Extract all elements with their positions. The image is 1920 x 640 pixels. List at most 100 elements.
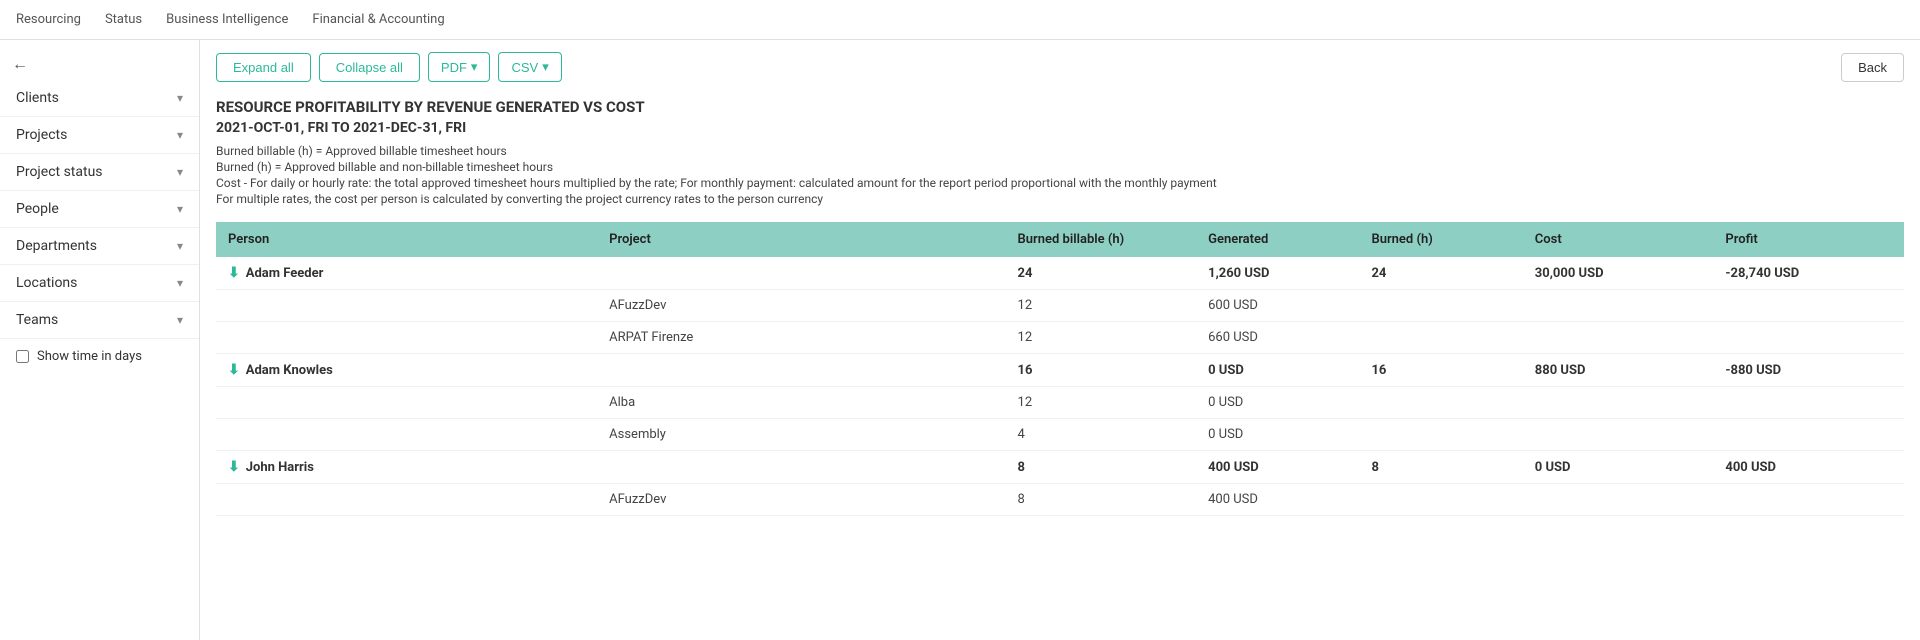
cell-project [597,451,1005,484]
sidebar-item-projects[interactable]: Projects ▾ [0,117,199,154]
show-time-in-days-label: Show time in days [37,349,142,364]
cell-burned-billable: 12 [1006,387,1197,419]
nav-business-intelligence[interactable]: Business Intelligence [166,2,288,37]
cell-project [597,257,1005,290]
table-row: Assembly 4 0 USD [216,419,1904,451]
back-button[interactable]: Back [1841,53,1904,82]
chevron-down-icon: ▾ [177,239,183,253]
csv-button[interactable]: CSV ▾ [498,52,561,82]
expand-icon[interactable]: ⬇ [228,265,240,281]
sidebar-label-clients: Clients [16,90,59,106]
cell-burned-billable: 8 [1006,484,1197,516]
sidebar-item-departments[interactable]: Departments ▾ [0,228,199,265]
report-note-4: For multiple rates, the cost per person … [216,192,1904,206]
show-time-in-days-input[interactable] [16,350,29,363]
cell-profit [1713,322,1904,354]
cell-generated: 400 USD [1196,484,1359,516]
table-row: AFuzzDev 12 600 USD [216,290,1904,322]
chevron-down-icon: ▾ [177,313,183,327]
sidebar-item-locations[interactable]: Locations ▾ [0,265,199,302]
cell-person [216,387,597,419]
col-header-project: Project [597,222,1005,257]
cell-cost [1523,290,1714,322]
cell-project: AFuzzDev [597,290,1005,322]
report-table: Person Project Burned billable (h) Gener… [216,222,1904,516]
cell-burned [1359,419,1522,451]
cell-project: AFuzzDev [597,484,1005,516]
chevron-down-icon: ▾ [177,165,183,179]
cell-profit [1713,484,1904,516]
cell-burned [1359,484,1522,516]
cell-burned [1359,322,1522,354]
cell-generated: 0 USD [1196,419,1359,451]
cell-burned-billable: 16 [1006,354,1197,387]
table-row: ⬇Adam Feeder 24 1,260 USD 24 30,000 USD … [216,257,1904,290]
col-header-burned-billable: Burned billable (h) [1006,222,1197,257]
sidebar-label-people: People [16,201,59,217]
cell-person [216,419,597,451]
cell-cost [1523,419,1714,451]
cell-profit [1713,290,1904,322]
table-row: AFuzzDev 8 400 USD [216,484,1904,516]
expand-icon[interactable]: ⬇ [228,459,240,475]
col-header-generated: Generated [1196,222,1359,257]
back-arrow[interactable]: ← [0,48,199,80]
cell-person [216,290,597,322]
cell-burned-billable: 24 [1006,257,1197,290]
cell-profit: 400 USD [1713,451,1904,484]
cell-profit [1713,387,1904,419]
csv-label: CSV [511,60,538,75]
sidebar: ← Clients ▾ Projects ▾ Project status ▾ … [0,40,200,640]
table-header-row: Person Project Burned billable (h) Gener… [216,222,1904,257]
col-header-profit: Profit [1713,222,1904,257]
sidebar-item-project-status[interactable]: Project status ▾ [0,154,199,191]
sidebar-label-project-status: Project status [16,164,103,180]
cell-project [597,354,1005,387]
collapse-all-button[interactable]: Collapse all [319,53,420,82]
cell-cost: 0 USD [1523,451,1714,484]
main-layout: ← Clients ▾ Projects ▾ Project status ▾ … [0,40,1920,640]
cell-generated: 1,260 USD [1196,257,1359,290]
pdf-dropdown-icon: ▾ [471,59,478,75]
cell-profit [1713,419,1904,451]
cell-generated: 600 USD [1196,290,1359,322]
content-area: Expand all Collapse all PDF ▾ CSV ▾ Back… [200,40,1920,640]
cell-cost [1523,387,1714,419]
chevron-down-icon: ▾ [177,91,183,105]
table-row: ⬇Adam Knowles 16 0 USD 16 880 USD -880 U… [216,354,1904,387]
cell-burned-billable: 8 [1006,451,1197,484]
back-arrow-icon: ← [12,54,28,74]
report-note-1: Burned billable (h) = Approved billable … [216,144,1904,158]
nav-resourcing[interactable]: Resourcing [16,2,81,37]
show-time-in-days-checkbox[interactable]: Show time in days [0,339,199,374]
top-nav: Resourcing Status Business Intelligence … [0,0,1920,40]
nav-status[interactable]: Status [105,2,142,37]
cell-project: Alba [597,387,1005,419]
sidebar-item-people[interactable]: People ▾ [0,191,199,228]
cell-generated: 660 USD [1196,322,1359,354]
cell-burned: 16 [1359,354,1522,387]
nav-financial-accounting[interactable]: Financial & Accounting [312,2,444,37]
sidebar-item-teams[interactable]: Teams ▾ [0,302,199,339]
cell-cost: 880 USD [1523,354,1714,387]
cell-profit: -28,740 USD [1713,257,1904,290]
cell-person: ⬇John Harris [216,451,597,484]
cell-person: ⬇Adam Feeder [216,257,597,290]
pdf-label: PDF [441,60,467,75]
cell-burned [1359,387,1522,419]
sidebar-item-clients[interactable]: Clients ▾ [0,80,199,117]
expand-all-button[interactable]: Expand all [216,53,311,82]
chevron-down-icon: ▾ [177,202,183,216]
report-note-2: Burned (h) = Approved billable and non-b… [216,160,1904,174]
cell-generated: 0 USD [1196,354,1359,387]
cell-cost [1523,484,1714,516]
cell-burned [1359,290,1522,322]
pdf-button[interactable]: PDF ▾ [428,52,491,82]
sidebar-label-projects: Projects [16,127,67,143]
cell-cost: 30,000 USD [1523,257,1714,290]
col-header-person: Person [216,222,597,257]
cell-project: Assembly [597,419,1005,451]
report-title: RESOURCE PROFITABILITY BY REVENUE GENERA… [216,98,1904,116]
sidebar-label-departments: Departments [16,238,97,254]
expand-icon[interactable]: ⬇ [228,362,240,378]
